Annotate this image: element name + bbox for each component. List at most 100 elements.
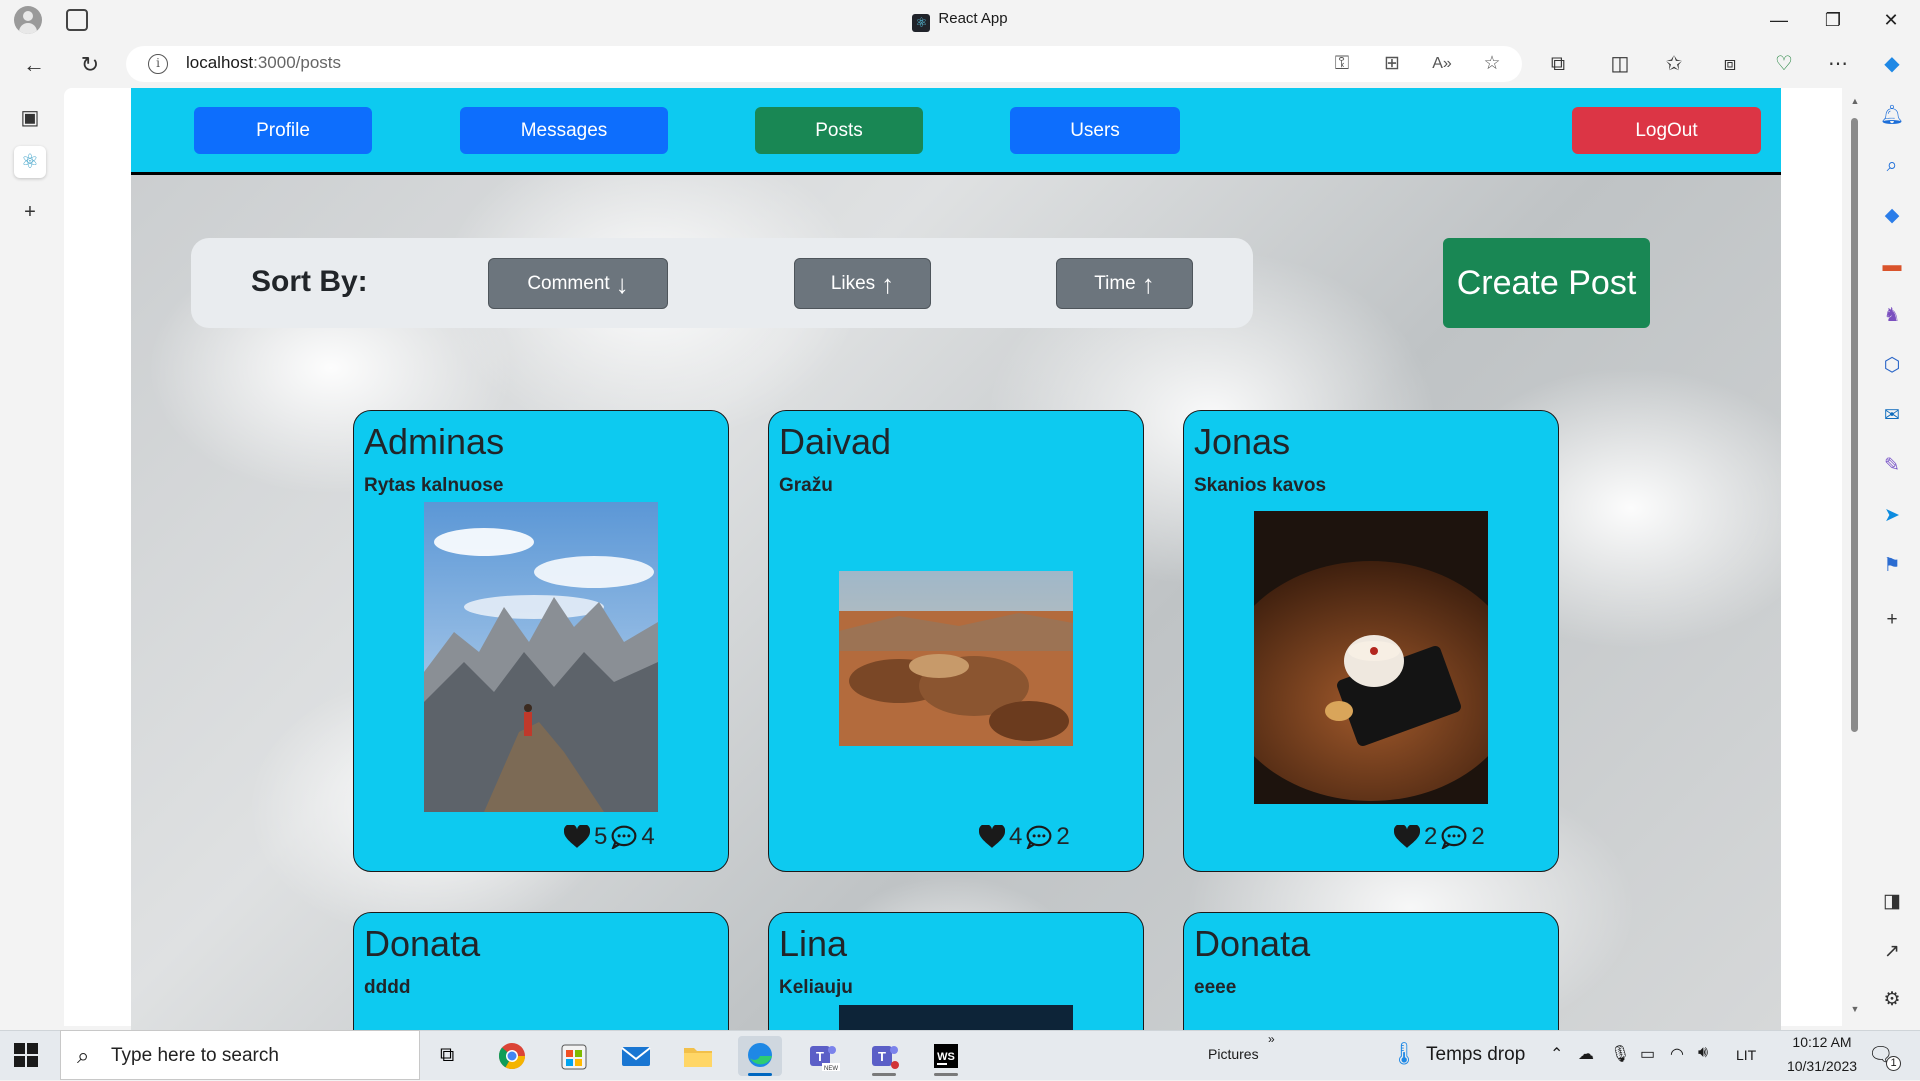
outlook-icon[interactable]: ✉ <box>1878 402 1906 430</box>
nav-profile-button[interactable]: Profile <box>194 107 372 154</box>
heart-icon[interactable] <box>1394 825 1420 849</box>
onedrive-cloud-icon[interactable]: ☁ <box>1578 1044 1594 1064</box>
sort-comment-button[interactable]: Comment ↓ <box>488 258 668 309</box>
windows-start-icon[interactable] <box>14 1043 38 1067</box>
sort-time-button[interactable]: Time ↑ <box>1056 258 1193 309</box>
edge-icon[interactable] <box>738 1036 782 1076</box>
post-card[interactable]: Lina Keliauju <box>768 912 1144 1030</box>
designer-icon[interactable]: ✎ <box>1878 452 1906 480</box>
clock-date[interactable]: 10/31/2023 <box>1770 1058 1874 1074</box>
taskbar-search-box[interactable]: ⌕ Type here to search <box>60 1030 420 1080</box>
app-available-icon[interactable]: ⊞ <box>1378 50 1406 78</box>
desert-photo[interactable] <box>839 571 1073 746</box>
back-icon[interactable]: ← <box>18 49 50 81</box>
sort-time-label: Time <box>1094 272 1136 294</box>
add-sidebar-app-icon[interactable]: + <box>1878 606 1906 634</box>
site-info-icon[interactable]: i <box>148 54 168 74</box>
split-screen-icon[interactable]: ◫ <box>1604 48 1636 80</box>
close-icon[interactable]: ✕ <box>1864 0 1918 40</box>
pictures-toolbar-label[interactable]: Pictures <box>1208 1046 1259 1062</box>
chrome-icon[interactable] <box>490 1036 534 1076</box>
language-indicator[interactable]: LIT <box>1736 1047 1756 1063</box>
logout-button[interactable]: LogOut <box>1572 107 1761 154</box>
post-card[interactable]: Donata dddd <box>353 912 729 1030</box>
comment-count: 2 <box>1471 823 1485 850</box>
post-title: Rytas kalnuose <box>364 475 504 496</box>
post-author: Daivad <box>779 421 892 462</box>
tab-panel-icon[interactable]: ▣ <box>14 102 46 134</box>
wifi-icon[interactable]: ◠ <box>1670 1044 1684 1064</box>
tools-icon[interactable]: ▬ <box>1878 252 1906 280</box>
sort-likes-button[interactable]: Likes ↑ <box>794 258 931 309</box>
microphone-icon[interactable]: 🎙︎ <box>1610 1044 1630 1064</box>
new-tab-icon[interactable]: + <box>14 196 46 228</box>
comment-icon[interactable] <box>1026 825 1052 849</box>
scroll-up-arrow-icon[interactable]: ▲ <box>1848 96 1862 106</box>
svg-text:T: T <box>878 1049 886 1064</box>
favorite-star-icon[interactable]: ☆ <box>1478 50 1506 78</box>
post-stats: 5 4 <box>564 823 655 851</box>
post-card[interactable]: Donata eeee <box>1183 912 1559 1030</box>
heart-icon[interactable] <box>979 825 1005 849</box>
mountain-photo[interactable] <box>424 502 658 812</box>
post-author: Donata <box>364 923 481 964</box>
more-menu-icon[interactable]: ⋯ <box>1822 48 1854 80</box>
like-count: 4 <box>1009 823 1023 850</box>
post-card[interactable]: Adminas Rytas kalnuose 5 4 <box>353 410 729 872</box>
send-icon[interactable]: ➤ <box>1878 502 1906 530</box>
webstorm-icon[interactable]: WS <box>924 1036 968 1076</box>
scroll-down-arrow-icon[interactable]: ▼ <box>1848 1004 1862 1014</box>
scrollbar-thumb[interactable] <box>1851 118 1858 732</box>
restore-icon[interactable]: ❐ <box>1806 0 1860 40</box>
sort-comment-label: Comment <box>527 272 610 294</box>
extensions-icon[interactable]: ⧉ <box>1542 48 1574 80</box>
post-title: eeee <box>1194 977 1237 998</box>
teams-icon[interactable]: T <box>862 1036 906 1076</box>
key-icon[interactable]: ⚿ <box>1328 50 1356 78</box>
task-view-icon[interactable]: ⧉ <box>428 1036 472 1076</box>
chevron-up-icon[interactable]: ⌃ <box>1550 1044 1563 1064</box>
favorites-icon[interactable]: ✩ <box>1658 48 1690 80</box>
battery-icon[interactable]: ▭ <box>1640 1044 1655 1064</box>
mail-icon[interactable] <box>614 1036 658 1076</box>
post-title: dddd <box>364 977 411 998</box>
collections-icon[interactable]: ⧈ <box>1714 48 1746 80</box>
file-explorer-icon[interactable] <box>676 1036 720 1076</box>
minimize-icon[interactable]: — <box>1752 0 1806 40</box>
hide-sidebar-icon[interactable]: ◨ <box>1878 888 1906 916</box>
post-photo[interactable] <box>839 1005 1073 1030</box>
shopping-tag-icon[interactable]: ◆ <box>1878 202 1906 230</box>
open-external-icon[interactable]: ↗ <box>1878 938 1906 966</box>
sort-by-label: Sort By: <box>251 265 368 298</box>
post-card[interactable]: Daivad Gražu 4 2 <box>768 410 1144 872</box>
teams-new-icon[interactable]: T NEW <box>800 1036 844 1076</box>
search-icon[interactable]: ⌕ <box>1878 152 1906 180</box>
post-card[interactable]: Jonas Skanios kavos 2 2 <box>1183 410 1559 872</box>
create-post-button[interactable]: Create Post <box>1443 238 1650 328</box>
weather-text[interactable]: Temps drop <box>1426 1044 1525 1066</box>
games-icon[interactable]: ♞ <box>1878 302 1906 330</box>
chevron-right-icon[interactable]: » <box>1268 1032 1275 1046</box>
app-navbar: Profile Messages Posts Users LogOut <box>131 88 1781 175</box>
react-tab-icon[interactable]: ⚛ <box>14 146 46 178</box>
notifications-bell-icon[interactable]: 🔔︎ <box>1878 102 1906 130</box>
copilot-icon[interactable]: ◆ <box>1876 48 1908 80</box>
read-aloud-icon[interactable]: A» <box>1428 50 1456 78</box>
comment-icon[interactable] <box>1441 825 1467 849</box>
speaker-icon[interactable]: 🔊︎ <box>1698 1044 1708 1062</box>
clock-time[interactable]: 10:12 AM <box>1782 1034 1862 1050</box>
post-title: Skanios kavos <box>1194 475 1327 496</box>
browser-essentials-icon[interactable]: ♡ <box>1768 48 1800 80</box>
microsoft-store-icon[interactable] <box>552 1036 596 1076</box>
url-text[interactable]: localhost:3000/posts <box>186 53 341 73</box>
settings-gear-icon[interactable]: ⚙ <box>1878 986 1906 1014</box>
nav-users-button[interactable]: Users <box>1010 107 1180 154</box>
flag-icon[interactable]: ⚑ <box>1878 552 1906 580</box>
nav-messages-button[interactable]: Messages <box>460 107 668 154</box>
refresh-icon[interactable]: ↻ <box>74 49 106 81</box>
heart-icon[interactable] <box>564 825 590 849</box>
microsoft365-icon[interactable]: ⬡ <box>1878 352 1906 380</box>
nav-posts-button[interactable]: Posts <box>755 107 923 154</box>
comment-icon[interactable] <box>611 825 637 849</box>
coffee-photo[interactable] <box>1254 511 1488 804</box>
